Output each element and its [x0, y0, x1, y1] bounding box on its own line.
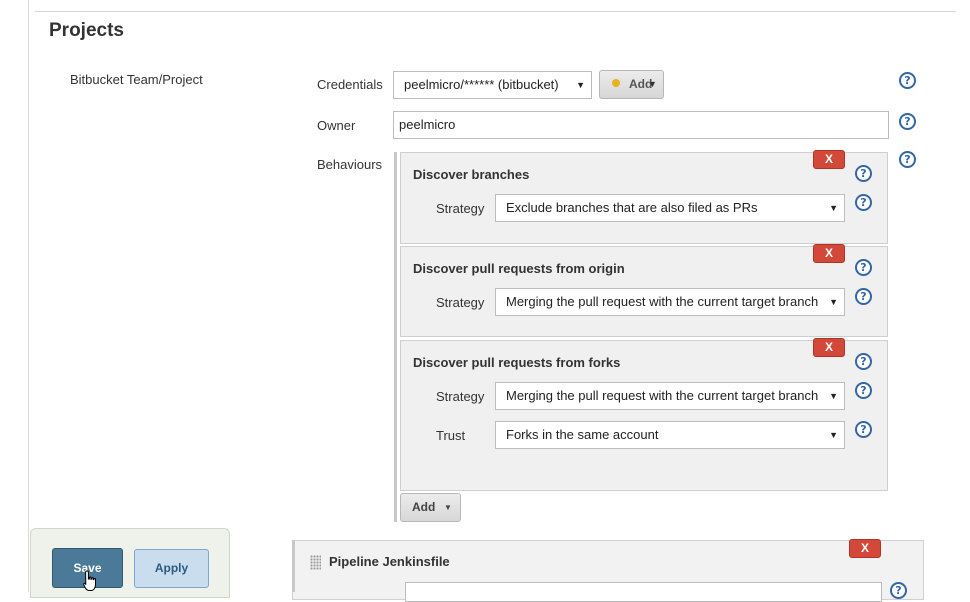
remove-discover-pr-origin-button[interactable]: X	[813, 244, 845, 263]
drag-handle-icon[interactable]	[310, 555, 321, 570]
behaviours-group-bar	[394, 152, 397, 522]
branch-strategy-value: Exclude branches that are also filed as …	[506, 200, 758, 215]
chevron-down-icon: ▼	[829, 430, 838, 440]
owner-label: Owner	[317, 118, 356, 133]
key-icon	[612, 79, 620, 87]
behaviour-title: Discover pull requests from forks	[413, 355, 621, 370]
behaviour-title: Discover branches	[413, 167, 530, 182]
source-label: Bitbucket Team/Project	[70, 72, 203, 87]
strategy-label: Strategy	[436, 389, 485, 404]
add-behaviour-label: Add	[412, 500, 436, 514]
pr-forks-trust-select[interactable]: Forks in the same account ▼	[495, 421, 845, 449]
trust-label: Trust	[436, 428, 466, 443]
apply-button[interactable]: Apply	[134, 549, 209, 588]
pr-origin-strategy-value: Merging the pull request with the curren…	[506, 294, 819, 309]
chevron-down-icon: ▼	[444, 503, 452, 512]
section-divider	[35, 11, 956, 12]
chevron-down-icon: ▼	[576, 80, 585, 90]
pipeline-group-bar	[292, 540, 295, 592]
add-credentials-button[interactable]: Add ▼	[599, 70, 664, 99]
hand-cursor-icon	[83, 570, 96, 591]
help-icon[interactable]: ?	[890, 582, 907, 599]
pipeline-title: Pipeline Jenkinsfile	[329, 554, 450, 569]
strategy-label: Strategy	[436, 201, 485, 216]
help-icon[interactable]: ?	[855, 288, 872, 305]
chevron-down-icon: ▼	[829, 391, 838, 401]
help-icon[interactable]: ?	[899, 113, 916, 130]
help-icon[interactable]: ?	[855, 421, 872, 438]
script-path-input[interactable]	[405, 582, 882, 602]
section-title: Projects	[49, 20, 124, 41]
chevron-down-icon: ▼	[829, 203, 838, 213]
help-icon[interactable]: ?	[855, 353, 872, 370]
chevron-down-icon: ▼	[648, 79, 657, 89]
help-icon[interactable]: ?	[855, 259, 872, 276]
help-icon[interactable]: ?	[855, 382, 872, 399]
behaviour-discover-pr-forks: Discover pull requests from forks Strate…	[400, 340, 888, 491]
help-icon[interactable]: ?	[855, 165, 872, 182]
remove-discover-branches-button[interactable]: X	[813, 150, 845, 169]
credentials-select[interactable]: peelmicro/****** (bitbucket) ▼	[393, 71, 592, 99]
credentials-label: Credentials	[317, 77, 383, 92]
remove-pipeline-button[interactable]: X	[849, 539, 881, 558]
help-icon[interactable]: ?	[899, 72, 916, 89]
pr-origin-strategy-select[interactable]: Merging the pull request with the curren…	[495, 288, 845, 316]
owner-input[interactable]: peelmicro	[393, 111, 889, 139]
behaviour-title: Discover pull requests from origin	[413, 261, 625, 276]
remove-discover-pr-forks-button[interactable]: X	[813, 338, 845, 357]
pr-forks-strategy-select[interactable]: Merging the pull request with the curren…	[495, 382, 845, 410]
pr-forks-strategy-value: Merging the pull request with the curren…	[506, 388, 819, 403]
strategy-label: Strategy	[436, 295, 485, 310]
help-icon[interactable]: ?	[899, 151, 916, 168]
help-icon[interactable]: ?	[855, 194, 872, 211]
chevron-down-icon: ▼	[829, 297, 838, 307]
branch-strategy-select[interactable]: Exclude branches that are also filed as …	[495, 194, 845, 222]
credentials-value: peelmicro/****** (bitbucket)	[404, 77, 559, 92]
content-left-border	[28, 0, 29, 592]
behaviours-label: Behaviours	[317, 157, 383, 172]
add-behaviour-button[interactable]: Add ▼	[400, 493, 461, 522]
pr-forks-trust-value: Forks in the same account	[506, 427, 659, 442]
